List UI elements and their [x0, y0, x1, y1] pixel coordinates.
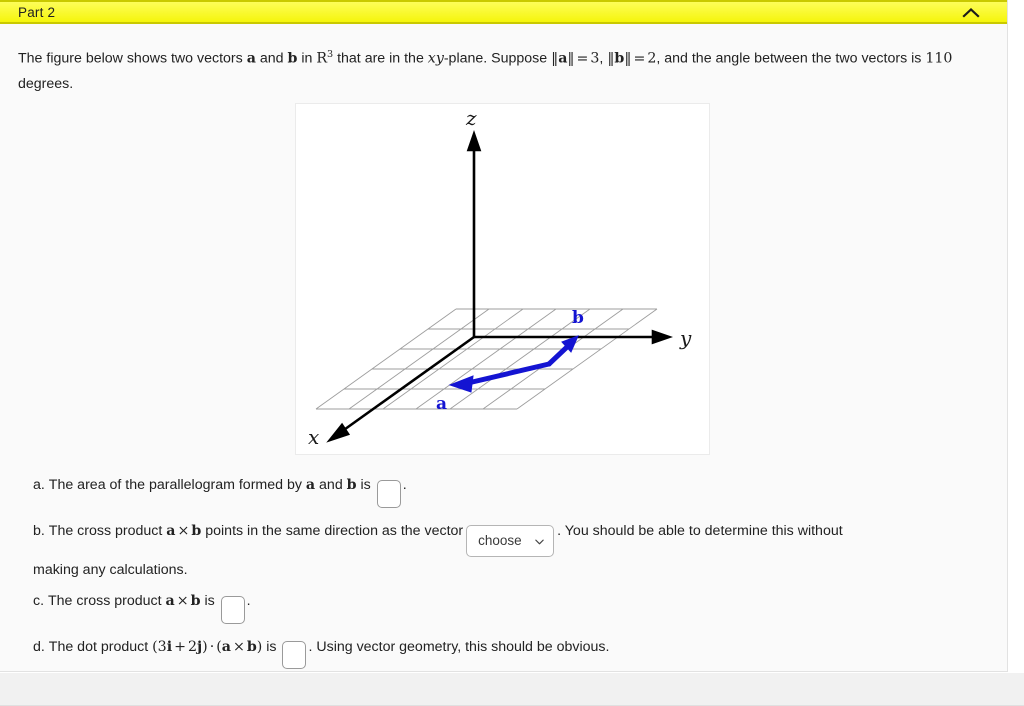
question-a-seg-2: and — [315, 477, 347, 493]
question-a-vector-b: b — [346, 477, 357, 493]
question-c-seg-2: is — [200, 593, 215, 609]
question-item-d: d. The dot product (3i +2j) · (a × b) is . Us… — [33, 634, 833, 669]
question-a-period: . — [402, 477, 407, 493]
intro-seg-7: degrees. — [18, 75, 74, 92]
question-d-coef-j: 2 — [187, 639, 198, 655]
question-a-seg-3: is — [356, 477, 371, 493]
question-d-paren-close-1: ) — [202, 639, 208, 655]
question-a-vector-a: a — [305, 477, 316, 493]
question-d-vector-a: a — [221, 639, 231, 655]
vector-figure: z y x a b — [295, 103, 710, 455]
question-a-label: a. — [33, 477, 45, 493]
plane-label-y: y — [435, 50, 444, 67]
answer-input-a[interactable] — [376, 479, 401, 508]
intro-seg-4: that are in the — [333, 50, 428, 67]
vector-b — [546, 335, 579, 367]
intro-seg-6: , and the angle between the two vectors … — [656, 50, 926, 67]
right-gutter — [1008, 0, 1024, 672]
x-axis — [326, 335, 475, 443]
intro-seg-1: The figure below shows two vectors — [18, 50, 247, 67]
intro-seg-5: -plane. Suppose — [443, 50, 552, 67]
question-c-label: c. — [33, 593, 45, 609]
real-field-symbol: R — [316, 50, 327, 67]
question-d-seg-2: is — [262, 639, 277, 655]
question-c-cross-symbol: × — [176, 593, 189, 609]
norm-a-close: ‖ — [567, 50, 575, 67]
question-b-cross-symbol: × — [177, 523, 190, 539]
x-axis-label: x — [308, 425, 319, 449]
question-b-vector-a: a — [166, 523, 176, 539]
question-item-b: b. The cross product a × b points in the s… — [33, 518, 963, 583]
equals-sign-2: = — [633, 50, 646, 67]
magnitude-b-value: 2 — [647, 50, 657, 67]
question-panel: Part 2 The figure below shows two vector… — [0, 0, 1008, 672]
question-c-vector-b: b — [190, 593, 201, 609]
intro-seg-2: and — [255, 50, 288, 67]
question-d-coef-i: 3 — [157, 639, 167, 655]
question-c-vector-a: a — [165, 593, 175, 609]
intro-vector-b: b — [287, 50, 298, 67]
part-header-bar: Part 2 — [0, 0, 1007, 24]
question-b-seg-3: . You should be able to determine this w… — [557, 523, 843, 539]
question-b-vector-b: b — [191, 523, 202, 539]
xy-plane-grid — [315, 308, 658, 410]
angle-value: 110 — [925, 50, 953, 67]
question-c-period: . — [246, 593, 251, 609]
comma-1: , — [599, 50, 604, 67]
answer-input-d[interactable] — [282, 640, 307, 669]
intro-vector-a: a — [246, 50, 256, 67]
answer-input-c[interactable] — [220, 595, 245, 624]
intro-seg-3: in — [297, 50, 317, 67]
question-item-c: c. The cross product a × b is . — [33, 588, 633, 624]
question-d-dot-symbol: · — [209, 639, 215, 655]
chevron-up-icon[interactable] — [958, 3, 984, 23]
z-axis-label: z — [465, 106, 477, 130]
question-d-plus-sign: + — [174, 639, 186, 655]
plane-label-x: x — [427, 50, 436, 67]
question-a-seg-1: The area of the parallelogram formed by — [48, 477, 306, 493]
y-axis-label: y — [679, 326, 692, 350]
direction-select-wrapper: choose — [466, 525, 555, 557]
vector-a — [448, 361, 552, 393]
norm-b-vector: b — [614, 50, 625, 67]
z-axis — [466, 130, 482, 337]
problem-statement: The figure below shows two vectors a and… — [18, 42, 986, 97]
vector-figure-svg: z y x a b — [308, 106, 692, 449]
vector-a-label: a — [436, 394, 447, 414]
question-c-seg-1: The cross product — [48, 593, 166, 609]
bottom-strip — [0, 673, 1024, 706]
question-d-label: d. — [33, 639, 45, 655]
direction-select-value: choose — [478, 533, 522, 548]
question-d-seg-3: . Using vector geometry, this should be … — [308, 639, 610, 655]
equals-sign-1: = — [576, 50, 589, 67]
question-item-a: a. The area of the parallelogram formed … — [33, 472, 633, 508]
direction-select[interactable]: choose — [466, 525, 555, 557]
question-b-seg-2: points in the same direction as the vect… — [201, 523, 464, 539]
vector-b-label: b — [572, 308, 584, 328]
question-b-seg-1: The cross product — [48, 523, 167, 539]
question-b-seg-4: making any calculations. — [33, 562, 188, 578]
question-b-label: b. — [33, 523, 45, 539]
question-d-vector-b: b — [246, 639, 257, 655]
chevron-down-icon — [535, 539, 544, 544]
question-d-cross-symbol: × — [232, 639, 245, 655]
question-d-seg-1: The dot product — [48, 639, 153, 655]
page-title: Part 2 — [18, 5, 56, 20]
